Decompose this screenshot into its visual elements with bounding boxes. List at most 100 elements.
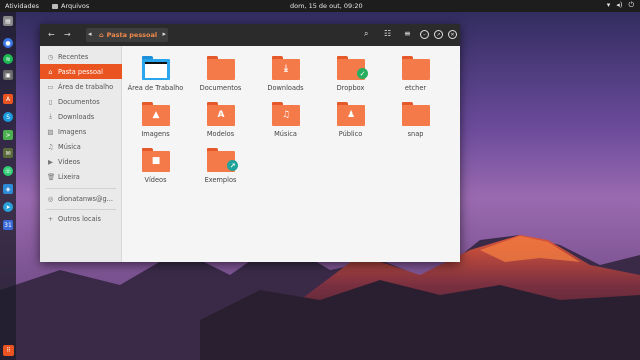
forward-arrow-icon[interactable]: → xyxy=(64,30,71,39)
dock-evolution-icon[interactable]: ✉ xyxy=(3,148,13,158)
file-item-snap[interactable]: snap xyxy=(383,96,448,142)
sidebar-item-area-de-trabalho[interactable]: ▭ Área de trabalho xyxy=(40,79,122,94)
file-item-documentos[interactable]: Documentos xyxy=(188,50,253,96)
dock-shazam-icon[interactable]: S xyxy=(3,112,13,122)
sidebar-item-label: Pasta pessoal xyxy=(58,67,103,76)
templates-folder-icon: A xyxy=(207,102,235,126)
sidebar-item-label: Imagens xyxy=(58,127,87,136)
file-item-label: Dropbox xyxy=(336,84,365,92)
file-item-label: Exemplos xyxy=(204,176,237,184)
back-arrow-icon[interactable]: ← xyxy=(48,30,55,39)
sidebar-item-label: Recentes xyxy=(58,52,89,61)
file-item-label: Modelos xyxy=(206,130,235,138)
files-window: ← → ◂ ⌂ Pasta pessoal ▸ ⌕ ☷ ≡ – ↗ ✕ ◷ Re… xyxy=(40,24,460,262)
path-bar: ◂ ⌂ Pasta pessoal ▸ xyxy=(86,28,168,42)
app-menu-label: Arquivos xyxy=(61,2,90,10)
sidebar-item-lixeira[interactable]: 🗑︎ Lixeira xyxy=(40,169,122,184)
sidebar-divider xyxy=(46,209,116,210)
sidebar-item-videos[interactable]: ▶ Vídeos xyxy=(40,154,122,169)
sidebar: ◷ Recentes ⌂ Pasta pessoal ▭ Área de tra… xyxy=(40,46,122,262)
dock-files-icon[interactable]: ▤ xyxy=(3,16,13,26)
file-item-label: snap xyxy=(407,130,424,138)
file-item-publico[interactable]: ♟ Público xyxy=(318,96,383,142)
top-bar: Atividades Arquivos dom, 15 de out, 09:2… xyxy=(0,0,640,12)
image-icon: ▨ xyxy=(47,127,54,136)
sidebar-item-label: Documentos xyxy=(58,97,100,106)
activities-button[interactable]: Atividades xyxy=(5,2,39,10)
header-bar: ← → ◂ ⌂ Pasta pessoal ▸ ⌕ ☷ ≡ – ↗ ✕ xyxy=(40,24,460,46)
dock-calendar-icon[interactable]: 31 xyxy=(3,220,13,230)
view-list-icon[interactable]: ☷ xyxy=(384,29,391,38)
sidebar-item-label: Área de trabalho xyxy=(58,82,114,91)
sidebar-item-label: dionatanws@g... xyxy=(58,194,113,203)
minimize-icon[interactable]: – xyxy=(420,30,429,39)
folder-icon xyxy=(402,102,430,126)
volume-icon: ◂) xyxy=(616,1,623,9)
clock-icon: ◷ xyxy=(47,52,54,61)
trash-icon: 🗑︎ xyxy=(47,172,56,181)
menu-icon[interactable]: ≡ xyxy=(404,29,411,38)
pictures-folder-icon: ▲ xyxy=(142,102,170,126)
document-icon: ▯ xyxy=(48,97,53,106)
app-menu[interactable]: Arquivos xyxy=(52,2,89,10)
sidebar-item-imagens[interactable]: ▨ Imagens xyxy=(40,124,122,139)
dock-whatsapp-icon[interactable]: ☏ xyxy=(3,166,13,176)
sidebar-item-documentos[interactable]: ▯ Documentos xyxy=(40,94,122,109)
dock-remote-icon[interactable]: ◈ xyxy=(3,184,13,194)
folder-icon xyxy=(402,56,430,80)
file-item-etcher[interactable]: etcher xyxy=(383,50,448,96)
sidebar-item-pasta-pessoal[interactable]: ⌂ Pasta pessoal xyxy=(40,64,122,79)
sidebar-item-outros-locais[interactable]: + Outros locais xyxy=(40,211,122,226)
sidebar-item-musica[interactable]: ♫ Música xyxy=(40,139,122,154)
file-item-exemplos[interactable]: ↗ Exemplos xyxy=(188,142,253,188)
file-item-label: Música xyxy=(274,130,297,138)
system-tray[interactable]: ▾ ◂) ⏻ xyxy=(607,1,634,10)
clock[interactable]: dom, 15 de out, 09:20 xyxy=(290,2,363,10)
symlink-arrow-icon: ↗ xyxy=(227,160,238,171)
file-item-modelos[interactable]: A Modelos xyxy=(188,96,253,142)
sidebar-item-label: Downloads xyxy=(58,112,95,121)
sidebar-item-recentes[interactable]: ◷ Recentes xyxy=(40,49,122,64)
dock-terminal-icon[interactable]: > xyxy=(3,130,13,140)
file-item-downloads[interactable]: ⤓ Downloads xyxy=(253,50,318,96)
path-current-label: Pasta pessoal xyxy=(106,31,158,39)
file-item-label: Documentos xyxy=(199,84,242,92)
download-icon: ⤓ xyxy=(49,112,52,120)
file-item-videos[interactable]: ■ Vídeos xyxy=(123,142,188,188)
videos-folder-icon: ■ xyxy=(142,148,170,172)
dock-telegram-icon[interactable]: ➤ xyxy=(3,202,13,212)
dock-chromium-icon[interactable]: ● xyxy=(3,38,13,48)
sidebar-item-label: Música xyxy=(58,142,81,151)
folder-icon xyxy=(207,56,235,80)
file-item-area-de-trabalho[interactable]: Área de Trabalho xyxy=(123,50,188,96)
close-icon[interactable]: ✕ xyxy=(448,30,457,39)
music-icon: ♫ xyxy=(47,142,54,151)
sidebar-item-downloads[interactable]: ⤓ Downloads xyxy=(40,109,122,124)
file-item-label: Público xyxy=(338,130,363,138)
file-item-label: Downloads xyxy=(267,84,304,92)
search-icon[interactable]: ⌕ xyxy=(364,29,368,39)
file-item-imagens[interactable]: ▲ Imagens xyxy=(123,96,188,142)
file-item-label: Vídeos xyxy=(144,176,167,184)
downloads-folder-icon: ⤓ xyxy=(272,56,300,80)
maximize-icon[interactable]: ↗ xyxy=(434,30,443,39)
path-right-arrow-icon[interactable]: ▸ xyxy=(162,30,166,38)
dock-ubuntu-software-icon[interactable]: A xyxy=(3,94,13,104)
file-item-label: Área de Trabalho xyxy=(127,84,184,92)
show-apps-grid-icon[interactable]: ⠿ xyxy=(3,345,14,356)
file-item-dropbox[interactable]: ✓ Dropbox xyxy=(318,50,383,96)
home-icon: ⌂ xyxy=(99,31,104,39)
file-item-musica[interactable]: ♫ Música xyxy=(253,96,318,142)
path-left-arrow-icon[interactable]: ◂ xyxy=(88,30,92,38)
dock-shotwell-icon[interactable]: ▣ xyxy=(3,70,13,80)
dock-spotify-icon[interactable]: ≋ xyxy=(3,54,13,64)
power-icon: ⏻ xyxy=(628,1,634,9)
desktop-icon: ▭ xyxy=(47,82,54,91)
file-grid: Área de Trabalho Documentos ⤓ Downloads … xyxy=(123,46,460,262)
path-current-button[interactable]: ⌂ Pasta pessoal xyxy=(95,28,159,42)
sidebar-item-account[interactable]: ◎ dionatanws@g... xyxy=(40,191,122,206)
file-item-label: Imagens xyxy=(141,130,170,138)
public-folder-icon: ♟ xyxy=(337,102,365,126)
files-app-icon xyxy=(52,3,58,9)
music-folder-icon: ♫ xyxy=(272,102,300,126)
